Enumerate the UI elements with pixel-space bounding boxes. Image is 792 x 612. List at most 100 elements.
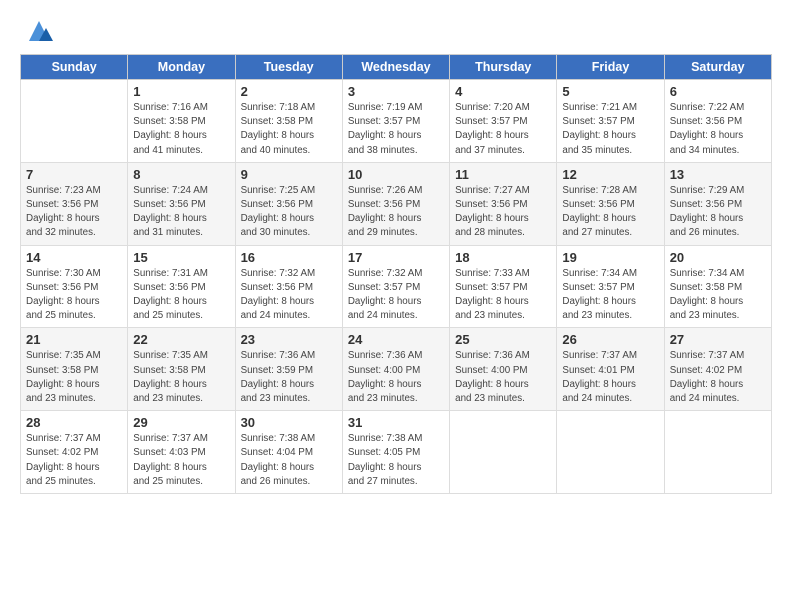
cell-day-number: 14 [26,250,122,265]
calendar-cell: 11 Sunrise: 7:27 AMSunset: 3:56 PMDayligh… [450,162,557,245]
day-header-thursday: Thursday [450,55,557,80]
cell-day-number: 24 [348,332,444,347]
header [20,16,772,46]
calendar-cell: 20 Sunrise: 7:34 AMSunset: 3:58 PMDayligh… [664,245,771,328]
day-header-monday: Monday [128,55,235,80]
cell-info: Sunrise: 7:30 AMSunset: 3:56 PMDaylight:… [26,267,122,324]
cell-info: Sunrise: 7:37 AMSunset: 4:03 PMDaylight:… [133,432,229,489]
calendar-cell: 21Sunrise: 7:35 AMSunset: 3:58 PMDayligh… [21,328,128,411]
cell-day-number: 12 [562,167,658,182]
cell-info: Sunrise: 7:22 AMSunset: 3:56 PMDaylight:… [670,101,766,158]
page: SundayMondayTuesdayWednesdayThursdayFrid… [0,0,792,612]
calendar-cell: 18 Sunrise: 7:33 AMSunset: 3:57 PMDayligh… [450,245,557,328]
cell-info: Sunrise: 7:36 AMSunset: 4:00 PMDaylight:… [455,349,551,406]
cell-info: Sunrise: 7:28 AMSunset: 3:56 PMDaylight:… [562,184,658,241]
calendar-cell: 23Sunrise: 7:36 AMSunset: 3:59 PMDayligh… [235,328,342,411]
calendar-cell: 30Sunrise: 7:38 AMSunset: 4:04 PMDayligh… [235,411,342,494]
calendar-cell [664,411,771,494]
cell-day-number: 27 [670,332,766,347]
cell-info: Sunrise: 7:35 AMSunset: 3:58 PMDaylight:… [133,349,229,406]
calendar-cell: 26Sunrise: 7:37 AMSunset: 4:01 PMDayligh… [557,328,664,411]
calendar-cell: 29 Sunrise: 7:37 AMSunset: 4:03 PMDayligh… [128,411,235,494]
calendar-cell: 16 Sunrise: 7:32 AMSunset: 3:56 PMDayligh… [235,245,342,328]
cell-day-number: 6 [670,84,766,99]
calendar-cell: 6 Sunrise: 7:22 AMSunset: 3:56 PMDaylight… [664,80,771,163]
cell-day-number: 28 [26,415,122,430]
cell-day-number: 16 [241,250,337,265]
cell-day-number: 20 [670,250,766,265]
calendar-cell [557,411,664,494]
cell-info: Sunrise: 7:37 AMSunset: 4:02 PMDaylight:… [26,432,122,489]
cell-info: Sunrise: 7:27 AMSunset: 3:56 PMDaylight:… [455,184,551,241]
cell-info: Sunrise: 7:18 AMSunset: 3:58 PMDaylight:… [241,101,337,158]
calendar-week-4: 21 Sunrise: 7:35 AMSunset: 3:58 PMDayligh… [21,328,772,411]
calendar-week-3: 14 Sunrise: 7:30 AMSunset: 3:56 PMDayligh… [21,245,772,328]
cell-info: Sunrise: 7:25 AMSunset: 3:56 PMDaylight:… [241,184,337,241]
cell-info: Sunrise: 7:32 AMSunset: 3:57 PMDaylight:… [348,267,444,324]
cell-day-number: 22 [133,332,229,347]
calendar-cell: 19Sunrise: 7:34 AMSunset: 3:57 PMDayligh… [557,245,664,328]
calendar-cell [450,411,557,494]
cell-day-number: 15 [133,250,229,265]
calendar-cell: 31 Sunrise: 7:38 AMSunset: 4:05 PMDayligh… [342,411,449,494]
cell-day-number: 23 [241,332,337,347]
calendar-cell: 9Sunrise: 7:25 AMSunset: 3:56 PMDaylight… [235,162,342,245]
calendar-cell: 27 Sunrise: 7:37 AMSunset: 4:02 PMDayligh… [664,328,771,411]
calendar-cell: 28 Sunrise: 7:37 AMSunset: 4:02 PMDayligh… [21,411,128,494]
cell-day-number: 31 [348,415,444,430]
day-header-saturday: Saturday [664,55,771,80]
calendar: SundayMondayTuesdayWednesdayThursdayFrid… [20,54,772,494]
cell-day-number: 17 [348,250,444,265]
cell-info: Sunrise: 7:32 AMSunset: 3:56 PMDaylight:… [241,267,337,324]
calendar-cell: 1 Sunrise: 7:16 AMSunset: 3:58 PMDaylight… [128,80,235,163]
cell-info: Sunrise: 7:37 AMSunset: 4:02 PMDaylight:… [670,349,766,406]
calendar-cell: 8 Sunrise: 7:24 AMSunset: 3:56 PMDaylight… [128,162,235,245]
calendar-cell: 13 Sunrise: 7:29 AMSunset: 3:56 PMDayligh… [664,162,771,245]
cell-info: Sunrise: 7:33 AMSunset: 3:57 PMDaylight:… [455,267,551,324]
calendar-week-2: 7Sunrise: 7:23 AMSunset: 3:56 PMDaylight… [21,162,772,245]
day-header-sunday: Sunday [21,55,128,80]
cell-day-number: 29 [133,415,229,430]
cell-day-number: 5 [562,84,658,99]
calendar-week-5: 28 Sunrise: 7:37 AMSunset: 4:02 PMDayligh… [21,411,772,494]
cell-day-number: 11 [455,167,551,182]
cell-info: Sunrise: 7:31 AMSunset: 3:56 PMDaylight:… [133,267,229,324]
calendar-cell: 25Sunrise: 7:36 AMSunset: 4:00 PMDayligh… [450,328,557,411]
calendar-cell: 3Sunrise: 7:19 AMSunset: 3:57 PMDaylight… [342,80,449,163]
calendar-cell: 17 Sunrise: 7:32 AMSunset: 3:57 PMDayligh… [342,245,449,328]
cell-day-number: 21 [26,332,122,347]
cell-info: Sunrise: 7:36 AMSunset: 4:00 PMDaylight:… [348,349,444,406]
calendar-cell: 2Sunrise: 7:18 AMSunset: 3:58 PMDaylight… [235,80,342,163]
calendar-cell: 7Sunrise: 7:23 AMSunset: 3:56 PMDaylight… [21,162,128,245]
day-header-tuesday: Tuesday [235,55,342,80]
cell-info: Sunrise: 7:34 AMSunset: 3:57 PMDaylight:… [562,267,658,324]
calendar-week-1: 1 Sunrise: 7:16 AMSunset: 3:58 PMDaylight… [21,80,772,163]
day-header-wednesday: Wednesday [342,55,449,80]
cell-day-number: 18 [455,250,551,265]
calendar-cell: 14 Sunrise: 7:30 AMSunset: 3:56 PMDayligh… [21,245,128,328]
cell-day-number: 8 [133,167,229,182]
logo [20,16,54,46]
cell-info: Sunrise: 7:38 AMSunset: 4:04 PMDaylight:… [241,432,337,489]
cell-day-number: 26 [562,332,658,347]
calendar-cell [21,80,128,163]
cell-info: Sunrise: 7:34 AMSunset: 3:58 PMDaylight:… [670,267,766,324]
cell-day-number: 3 [348,84,444,99]
calendar-cell: 10Sunrise: 7:26 AMSunset: 3:56 PMDayligh… [342,162,449,245]
cell-info: Sunrise: 7:38 AMSunset: 4:05 PMDaylight:… [348,432,444,489]
cell-info: Sunrise: 7:24 AMSunset: 3:56 PMDaylight:… [133,184,229,241]
calendar-cell: 22 Sunrise: 7:35 AMSunset: 3:58 PMDayligh… [128,328,235,411]
cell-day-number: 10 [348,167,444,182]
cell-day-number: 13 [670,167,766,182]
cell-info: Sunrise: 7:29 AMSunset: 3:56 PMDaylight:… [670,184,766,241]
cell-day-number: 4 [455,84,551,99]
calendar-cell: 15 Sunrise: 7:31 AMSunset: 3:56 PMDayligh… [128,245,235,328]
logo-icon [24,16,54,46]
calendar-cell: 12 Sunrise: 7:28 AMSunset: 3:56 PMDayligh… [557,162,664,245]
cell-day-number: 1 [133,84,229,99]
day-header-friday: Friday [557,55,664,80]
calendar-cell: 24 Sunrise: 7:36 AMSunset: 4:00 PMDayligh… [342,328,449,411]
cell-info: Sunrise: 7:21 AMSunset: 3:57 PMDaylight:… [562,101,658,158]
cell-info: Sunrise: 7:16 AMSunset: 3:58 PMDaylight:… [133,101,229,158]
cell-info: Sunrise: 7:23 AMSunset: 3:56 PMDaylight:… [26,184,122,241]
